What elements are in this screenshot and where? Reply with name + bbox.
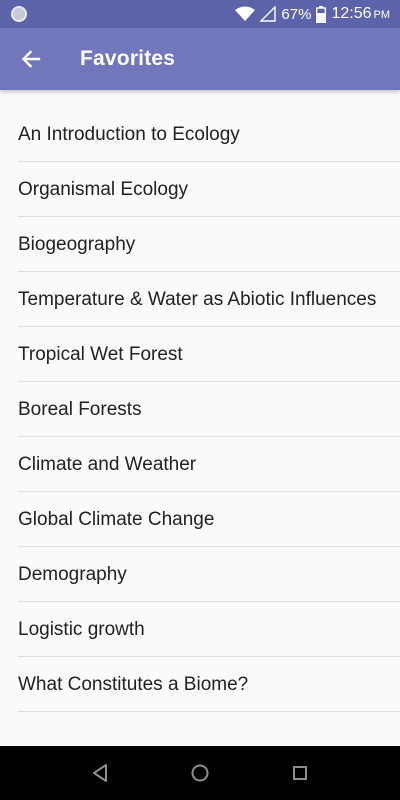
list-item-label: Climate and Weather: [18, 453, 197, 475]
list-item-label: Demography: [18, 563, 127, 585]
list-item-label: Biogeography: [18, 233, 136, 255]
list-item[interactable]: Biogeography: [0, 217, 400, 272]
list-item-label: Logistic growth: [18, 618, 145, 640]
back-triangle-icon: [93, 764, 107, 782]
nav-home-button[interactable]: [188, 761, 212, 785]
screen: 67% 12:56 PM Favorites An Introduction to…: [0, 0, 400, 800]
clock-ampm: PM: [373, 9, 391, 21]
back-button[interactable]: [2, 28, 60, 90]
list-item[interactable]: Logistic growth: [0, 602, 400, 657]
notification-circle-icon: [11, 6, 27, 22]
list-item[interactable]: Climate and Weather: [0, 437, 400, 492]
battery-icon: [316, 5, 327, 23]
list-item[interactable]: An Introduction to Ecology: [0, 107, 400, 162]
list-item-label: Temperature & Water as Abiotic Influence…: [18, 288, 377, 310]
battery-percent: 67%: [281, 5, 312, 23]
wifi-icon: [235, 6, 256, 22]
list-item[interactable]: Organismal Ecology: [0, 162, 400, 217]
clock-time: 12:56: [331, 5, 372, 22]
system-nav-bar: [0, 746, 400, 800]
nav-recents-button[interactable]: [288, 761, 312, 785]
list-item[interactable]: Demography: [0, 547, 400, 602]
status-bar: 67% 12:56 PM: [0, 0, 400, 28]
recents-square-icon: [293, 766, 307, 780]
arrow-left-icon: [21, 50, 41, 68]
list-item[interactable]: Tropical Wet Forest: [0, 327, 400, 382]
app-bar: Favorites: [0, 28, 400, 90]
list-item-label: An Introduction to Ecology: [18, 123, 240, 145]
list-item-label: Tropical Wet Forest: [18, 343, 183, 365]
page-title: Favorites: [80, 47, 176, 70]
list-item-label: What Constitutes a Biome?: [18, 673, 249, 695]
list-item[interactable]: Boreal Forests: [0, 382, 400, 437]
list-item-label: Organismal Ecology: [18, 178, 189, 200]
favorites-list: An Introduction to Ecology Organismal Ec…: [0, 107, 400, 712]
list-item-label: Boreal Forests: [18, 398, 142, 420]
nav-back-button[interactable]: [88, 761, 112, 785]
list-item-label: Global Climate Change: [18, 508, 215, 530]
list-item[interactable]: What Constitutes a Biome?: [0, 657, 400, 712]
list-item[interactable]: Global Climate Change: [0, 492, 400, 547]
home-circle-icon: [191, 764, 209, 782]
list-item[interactable]: Temperature & Water as Abiotic Influence…: [0, 272, 400, 327]
signal-icon: [260, 6, 277, 22]
